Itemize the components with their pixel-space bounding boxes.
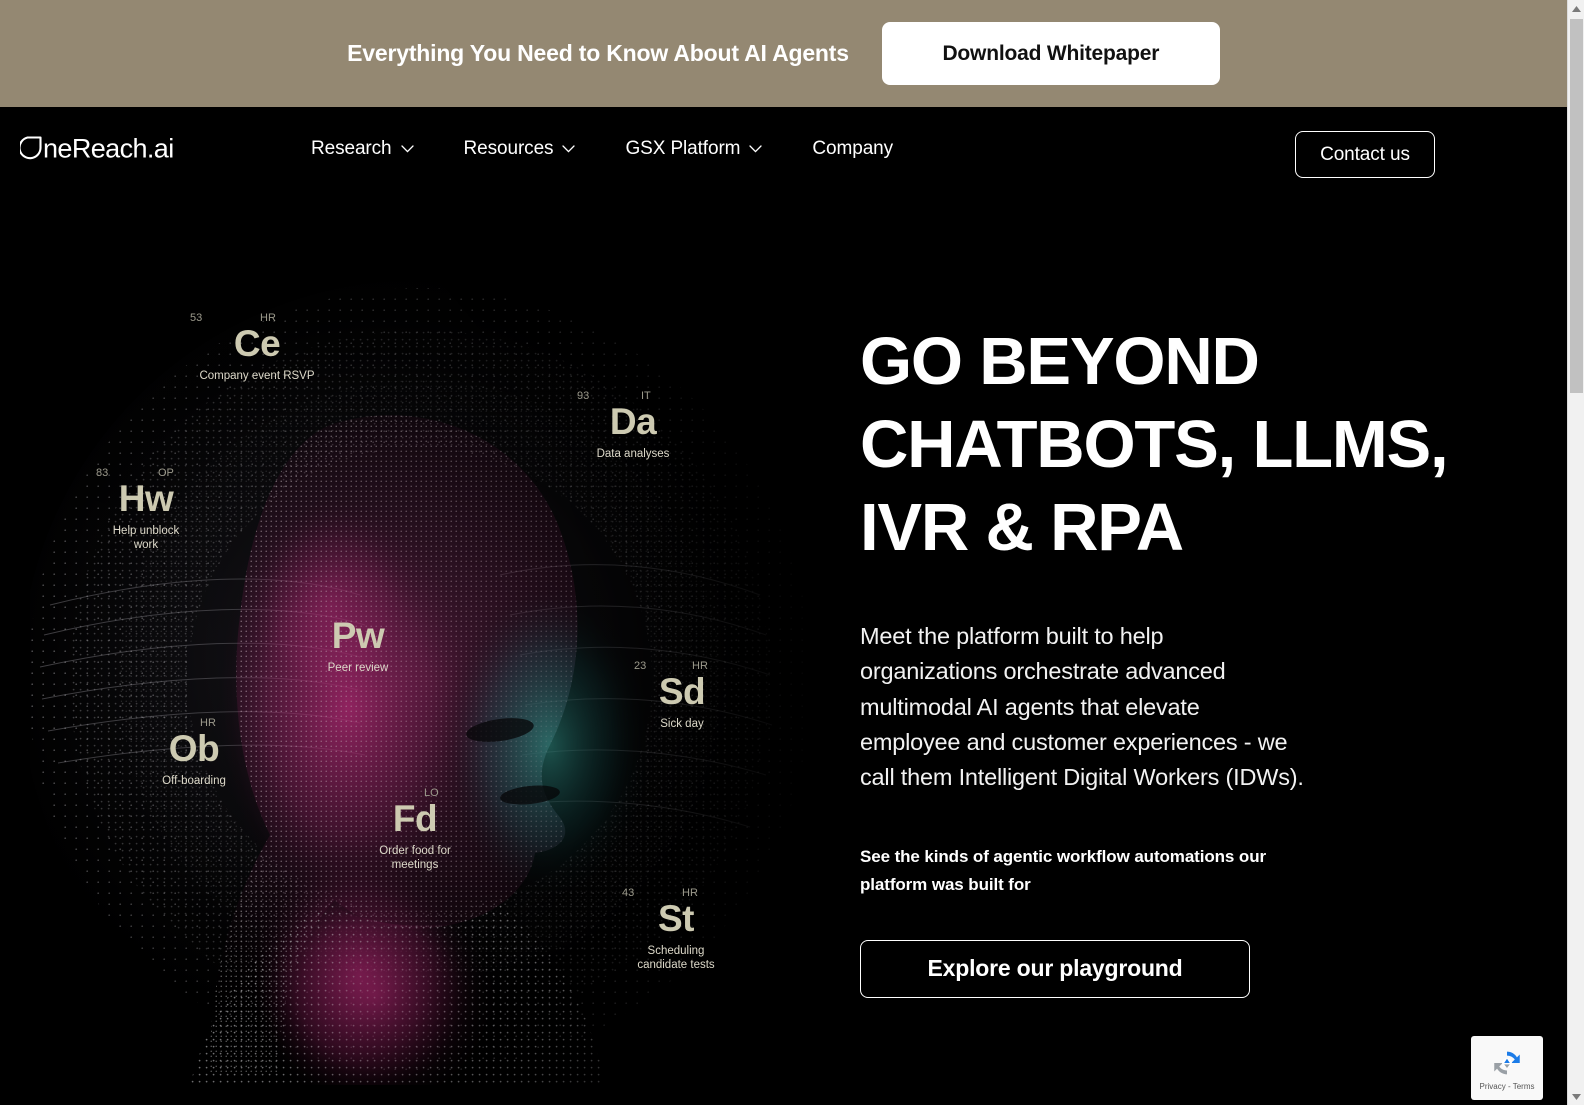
triangle-down-icon (1571, 1093, 1581, 1100)
nav-item-label: Research (311, 137, 392, 159)
hero-subtitle: Meet the platform built to help organiza… (860, 623, 1304, 791)
nav-item-label: Company (812, 137, 894, 159)
hero-note: See the kinds of agentic workflow automa… (860, 847, 1266, 895)
svg-text:neReach.ai: neReach.ai (43, 134, 174, 164)
nav-item-gsx-platform[interactable]: GSX Platform (625, 137, 763, 160)
scrollbar-thumb[interactable] (1570, 19, 1583, 393)
contact-us-button[interactable]: Contact us (1295, 131, 1435, 178)
promo-banner-text: Everything You Need to Know About AI Age… (347, 40, 849, 66)
explore-playground-button[interactable]: Explore our playground (860, 939, 1250, 998)
hero-copy: Go beyond chatbots, LLMs, IVR & RPA Meet… (860, 320, 1460, 998)
scrollbar-arrow-up[interactable] (1568, 0, 1584, 17)
nav-item-company[interactable]: Company (812, 138, 893, 160)
nav-item-label: GSX Platform (625, 137, 741, 159)
recaptcha-badge[interactable]: Privacy - Terms (1471, 1036, 1543, 1100)
chevron-down-icon (562, 144, 576, 153)
chevron-down-icon (749, 144, 763, 153)
particle-portrait-graphic (30, 275, 830, 1085)
page-root: Everything You Need to Know About AI Age… (0, 0, 1567, 1105)
promo-banner: Everything You Need to Know About AI Age… (0, 0, 1567, 107)
browser-scrollbar[interactable] (1567, 0, 1584, 1105)
onereach-logo[interactable]: neReach.ai (20, 131, 202, 165)
chevron-down-icon (400, 144, 414, 153)
recaptcha-privacy-terms[interactable]: Privacy - Terms (1480, 1082, 1535, 1091)
nav-item-research[interactable]: Research (311, 138, 414, 160)
scrollbar-arrow-down[interactable] (1568, 1088, 1584, 1105)
hero-artwork: 53 HR Ce Company event RSVP 93 IT Da Dat… (30, 275, 830, 1085)
download-whitepaper-button[interactable]: Download Whitepaper (881, 22, 1220, 85)
hero-section: 53 HR Ce Company event RSVP 93 IT Da Dat… (0, 190, 1567, 1105)
main-navigation: neReach.ai Research Resources GSX Platfo… (0, 107, 1567, 190)
recaptcha-icon (1494, 1051, 1520, 1074)
nav-item-label: Resources (463, 137, 554, 159)
triangle-up-icon (1571, 5, 1581, 12)
nav-item-resources[interactable]: Resources (464, 138, 576, 160)
nav-links: Research Resources GSX Platform Company (311, 107, 893, 190)
page-title: Go beyond chatbots, LLMs, IVR & RPA (860, 324, 1449, 566)
